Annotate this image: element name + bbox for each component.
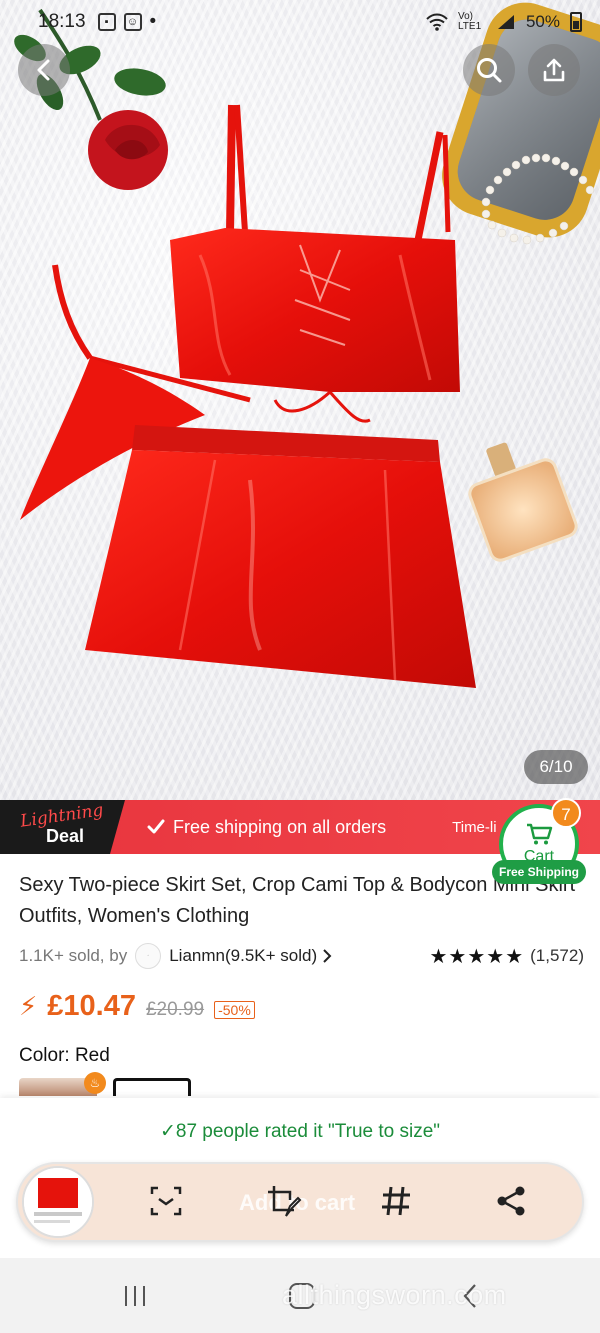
crop-edit-button[interactable] — [262, 1180, 304, 1222]
hashtag-button[interactable] — [375, 1180, 417, 1222]
chevron-left-icon — [37, 59, 50, 81]
search-button[interactable] — [463, 44, 515, 96]
check-icon — [147, 819, 165, 834]
skirt — [85, 425, 476, 688]
product-image-gallery[interactable] — [0, 0, 600, 800]
share-icon — [497, 1186, 525, 1216]
check-icon: ✓ — [159, 1121, 176, 1142]
scan-text-button[interactable] — [145, 1180, 187, 1222]
share-upload-icon — [543, 58, 565, 82]
status-time: 18:13 — [38, 11, 86, 32]
battery-percent: 50% — [525, 12, 560, 31]
star-rating-icon: ★★★★★ — [429, 945, 525, 968]
status-bar: 18:13 ▪ ☺ • Vo) LTE1 50% — [0, 0, 600, 44]
free-shipping-badge: Free Shipping — [492, 860, 586, 884]
network-label: Vo) LTE1 — [457, 11, 482, 32]
share-screenshot-button[interactable] — [490, 1180, 532, 1222]
thumbnail-image — [24, 1168, 92, 1236]
original-price: £20.99 — [145, 999, 205, 1020]
true-to-size-note: ✓87 people rated it "True to size" — [0, 1120, 600, 1143]
scan-icon — [150, 1186, 182, 1216]
product-page: 18:13 ▪ ☺ • Vo) LTE1 50% 6/10 Lightning … — [0, 0, 600, 1333]
fit-text: 87 people rated it "True to size" — [175, 1121, 441, 1142]
seller-link[interactable]: Lianmn(9.5K+ sold) — [169, 946, 317, 966]
dot-icon: • — [149, 11, 157, 32]
sold-count: 1.1K+ sold, by — [19, 946, 128, 965]
recents-button[interactable] — [95, 1258, 175, 1333]
discount-badge: -50% — [214, 1001, 255, 1019]
gallery-notification-icon: ▪ — [97, 13, 116, 31]
lightning-icon: ⚡ — [19, 991, 38, 1021]
watermark: allthingsworn.com — [282, 1280, 507, 1310]
current-price: £10.47 — [47, 990, 136, 1022]
review-count: (1,572) — [530, 946, 584, 965]
hashtag-icon — [382, 1186, 410, 1216]
cart-icon — [527, 823, 553, 845]
crop-edit-icon — [268, 1186, 302, 1217]
wifi-icon — [426, 13, 448, 31]
deal-time-text: Time-li — [452, 818, 497, 836]
image-counter: 6/10 — [524, 750, 588, 784]
battery-icon — [570, 12, 582, 32]
screenshot-thumbnail[interactable] — [22, 1166, 94, 1238]
free-shipping-text: Free shipping on all orders — [173, 816, 387, 837]
recents-icon — [125, 1285, 145, 1306]
color-label: Color: Red — [19, 1045, 110, 1066]
cart-count-badge: 7 — [551, 798, 581, 828]
cami-top — [170, 104, 460, 423]
lightning-deal-logo: Lightning Deal — [0, 800, 125, 854]
deal-logo-line2: Deal — [46, 826, 85, 846]
perfume-bottle — [468, 442, 578, 562]
search-icon — [477, 58, 502, 83]
color-swatch-red[interactable] — [113, 1078, 191, 1096]
share-button[interactable] — [528, 44, 580, 96]
price-row: ⚡ £10.47 £20.99 -50% — [19, 990, 255, 1023]
hot-icon: ♨ — [84, 1072, 106, 1094]
product-photo — [14, 2, 600, 688]
seller-rating-row: 1.1K+ sold, by ◦ Lianmn(9.5K+ sold) ★★★★… — [19, 943, 584, 969]
signal-icon — [497, 15, 514, 29]
chevron-right-icon — [323, 949, 332, 963]
app-notification-icon: ☺ — [123, 13, 142, 31]
seller-avatar[interactable]: ◦ — [135, 943, 162, 969]
back-button[interactable] — [18, 44, 70, 96]
product-rating[interactable]: ★★★★★ (1,572) — [429, 944, 584, 969]
